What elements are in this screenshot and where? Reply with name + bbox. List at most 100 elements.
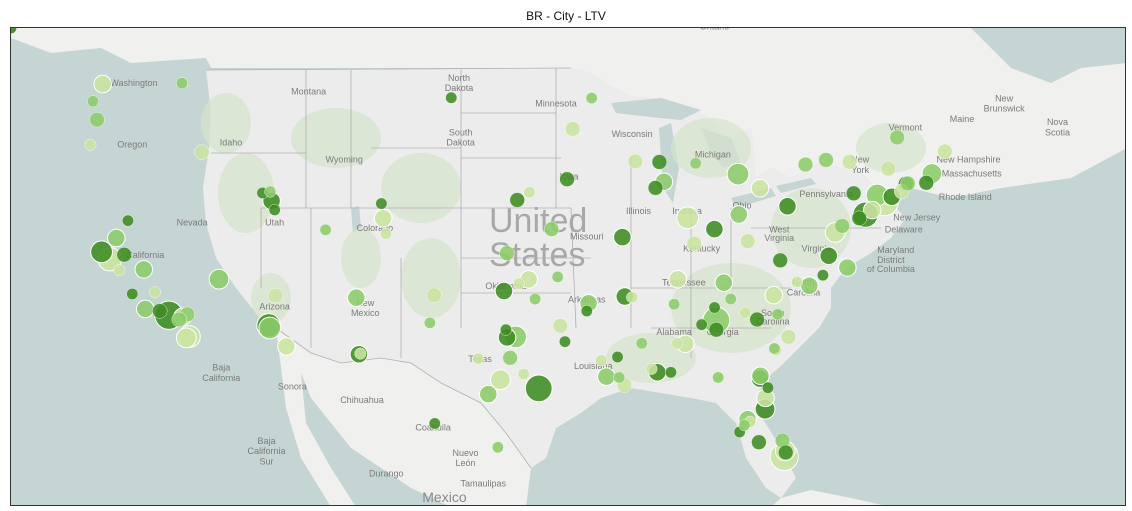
- city-bubble[interactable]: [445, 91, 458, 104]
- city-bubble[interactable]: [797, 156, 814, 173]
- city-bubble[interactable]: [267, 287, 284, 304]
- city-bubble[interactable]: [626, 291, 638, 304]
- city-bubble[interactable]: [841, 154, 858, 170]
- city-bubble[interactable]: [116, 247, 132, 263]
- city-bubble[interactable]: [565, 121, 581, 137]
- city-bubble[interactable]: [524, 374, 553, 403]
- city-bubble[interactable]: [749, 311, 765, 328]
- city-bubble[interactable]: [668, 269, 687, 289]
- city-bubble[interactable]: [726, 162, 750, 186]
- city-bubble[interactable]: [175, 327, 197, 349]
- city-bubble[interactable]: [373, 208, 393, 228]
- city-bubble[interactable]: [613, 371, 626, 384]
- city-bubble[interactable]: [424, 317, 436, 329]
- city-bubble[interactable]: [512, 277, 525, 290]
- city-bubble[interactable]: [380, 227, 392, 240]
- city-bubble[interactable]: [772, 252, 788, 268]
- city-bubble[interactable]: [780, 329, 797, 345]
- city-bubble[interactable]: [750, 178, 770, 198]
- city-bubble[interactable]: [517, 368, 530, 380]
- city-bubble[interactable]: [559, 335, 571, 348]
- city-bubble[interactable]: [152, 303, 168, 319]
- city-bubble[interactable]: [126, 288, 139, 300]
- city-bubble[interactable]: [500, 323, 512, 336]
- city-bubble[interactable]: [354, 347, 367, 360]
- city-bubble[interactable]: [268, 203, 281, 216]
- city-bubble[interactable]: [494, 281, 514, 301]
- city-bubble[interactable]: [84, 138, 97, 151]
- city-bubble[interactable]: [768, 342, 781, 355]
- city-bubble[interactable]: [834, 218, 850, 234]
- city-bubble[interactable]: [93, 74, 112, 94]
- city-bubble[interactable]: [551, 270, 564, 283]
- city-bubble[interactable]: [851, 210, 867, 226]
- city-bubble[interactable]: [918, 175, 934, 191]
- city-bubble[interactable]: [491, 441, 504, 454]
- city-bubble[interactable]: [171, 311, 187, 328]
- city-bubble[interactable]: [543, 221, 560, 237]
- city-bubble[interactable]: [740, 233, 756, 249]
- city-bubble[interactable]: [194, 144, 210, 160]
- city-bubble[interactable]: [664, 366, 677, 379]
- city-bubble[interactable]: [208, 268, 230, 290]
- city-bubble[interactable]: [627, 153, 643, 170]
- city-bubble[interactable]: [671, 337, 684, 350]
- city-bubble[interactable]: [134, 260, 154, 279]
- city-bubble[interactable]: [277, 337, 296, 356]
- city-bubble[interactable]: [107, 228, 126, 248]
- city-bubble[interactable]: [676, 206, 700, 230]
- city-bubble[interactable]: [523, 186, 536, 199]
- city-bubble[interactable]: [705, 219, 724, 239]
- city-bubble[interactable]: [428, 417, 441, 430]
- city-bubble[interactable]: [264, 185, 277, 198]
- city-bubble[interactable]: [113, 264, 126, 276]
- city-bubble[interactable]: [585, 92, 598, 104]
- city-bubble[interactable]: [778, 444, 794, 461]
- city-bubble[interactable]: [771, 308, 784, 321]
- city-bubble[interactable]: [529, 293, 541, 305]
- city-bubble[interactable]: [502, 350, 518, 366]
- city-bubble[interactable]: [90, 240, 113, 264]
- city-bubble[interactable]: [135, 299, 155, 319]
- city-bubble[interactable]: [426, 287, 442, 303]
- city-bubble[interactable]: [817, 269, 829, 282]
- city-bubble[interactable]: [613, 227, 632, 247]
- city-bubble[interactable]: [479, 384, 498, 404]
- city-bubble[interactable]: [889, 129, 905, 146]
- city-bubble[interactable]: [258, 316, 282, 340]
- city-bubble[interactable]: [800, 276, 819, 296]
- city-bubble[interactable]: [319, 223, 332, 236]
- city-bubble[interactable]: [751, 366, 770, 386]
- city-bubble[interactable]: [647, 180, 664, 196]
- city-bubble[interactable]: [751, 434, 767, 450]
- city-bubble[interactable]: [937, 143, 953, 160]
- city-bubble[interactable]: [87, 95, 99, 108]
- city-bubble[interactable]: [651, 154, 668, 170]
- city-bubble[interactable]: [724, 293, 737, 305]
- city-bubble[interactable]: [689, 157, 702, 170]
- city-bubble[interactable]: [89, 112, 105, 128]
- city-bubble[interactable]: [552, 318, 568, 334]
- city-bubble[interactable]: [595, 354, 608, 367]
- city-bubble[interactable]: [819, 246, 839, 266]
- city-bubble[interactable]: [149, 286, 161, 299]
- map-canvas[interactable]: OntarioWashingtonMontanaNorthDakotaMinne…: [11, 28, 1126, 506]
- city-bubble[interactable]: [838, 258, 857, 277]
- city-bubble[interactable]: [509, 192, 525, 208]
- city-bubble[interactable]: [714, 273, 734, 292]
- city-bubble[interactable]: [347, 288, 366, 307]
- city-bubble[interactable]: [791, 276, 803, 288]
- city-bubble[interactable]: [695, 318, 708, 331]
- city-bubble[interactable]: [729, 205, 749, 224]
- city-bubble[interactable]: [739, 306, 752, 319]
- city-bubble[interactable]: [708, 301, 721, 314]
- city-bubble[interactable]: [764, 285, 784, 305]
- city-bubble[interactable]: [668, 298, 681, 311]
- city-bubble[interactable]: [712, 371, 725, 384]
- city-bubble[interactable]: [645, 363, 658, 375]
- city-bubble[interactable]: [635, 337, 648, 350]
- city-bubble[interactable]: [122, 214, 134, 227]
- city-bubble[interactable]: [818, 152, 834, 168]
- city-bubble[interactable]: [472, 352, 485, 365]
- city-bubble[interactable]: [778, 197, 797, 216]
